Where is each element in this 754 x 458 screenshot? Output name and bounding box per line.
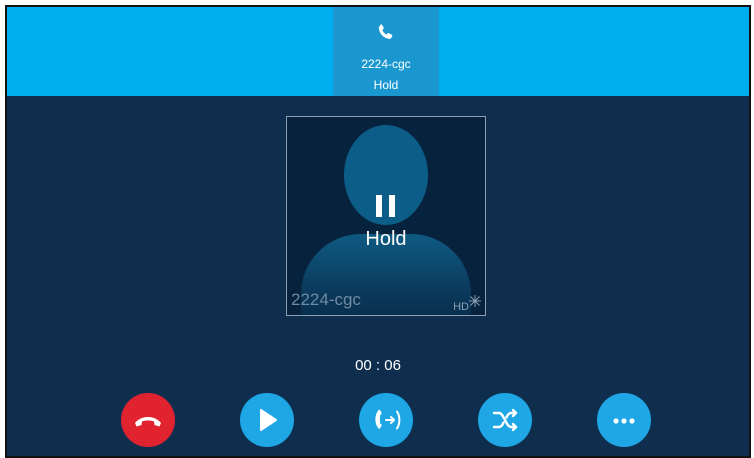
pause-icon	[376, 195, 396, 217]
more-dots-icon	[613, 418, 635, 424]
call-screen: 2224-cgc Hold Hold 2224-cgc HD 00 : 06	[5, 5, 751, 458]
end-call-button[interactable]	[121, 393, 175, 447]
resume-button[interactable]	[240, 393, 294, 447]
call-timer: 00 : 06	[355, 357, 401, 374]
hd-sparkle-icon	[469, 295, 481, 307]
hd-badge: HD	[453, 295, 481, 313]
transfer-button[interactable]	[359, 393, 413, 447]
swap-shuffle-icon	[492, 408, 518, 432]
top-bar: 2224-cgc Hold	[7, 7, 749, 96]
phone-icon	[378, 24, 393, 39]
end-call-icon	[135, 417, 161, 427]
contact-avatar: Hold 2224-cgc HD	[286, 116, 486, 316]
more-button[interactable]	[597, 393, 651, 447]
hd-label: HD	[453, 301, 469, 313]
resume-play-icon	[260, 409, 277, 431]
hold-status-label: Hold	[365, 228, 407, 250]
avatar-contact-name: 2224-cgc	[291, 290, 361, 309]
call-tab-state: Hold	[373, 78, 399, 92]
call-tab-name: 2224-cgc	[361, 57, 411, 71]
call-tab[interactable]: 2224-cgc Hold	[333, 7, 439, 96]
swap-button[interactable]	[478, 393, 532, 447]
transfer-icon	[375, 409, 401, 430]
